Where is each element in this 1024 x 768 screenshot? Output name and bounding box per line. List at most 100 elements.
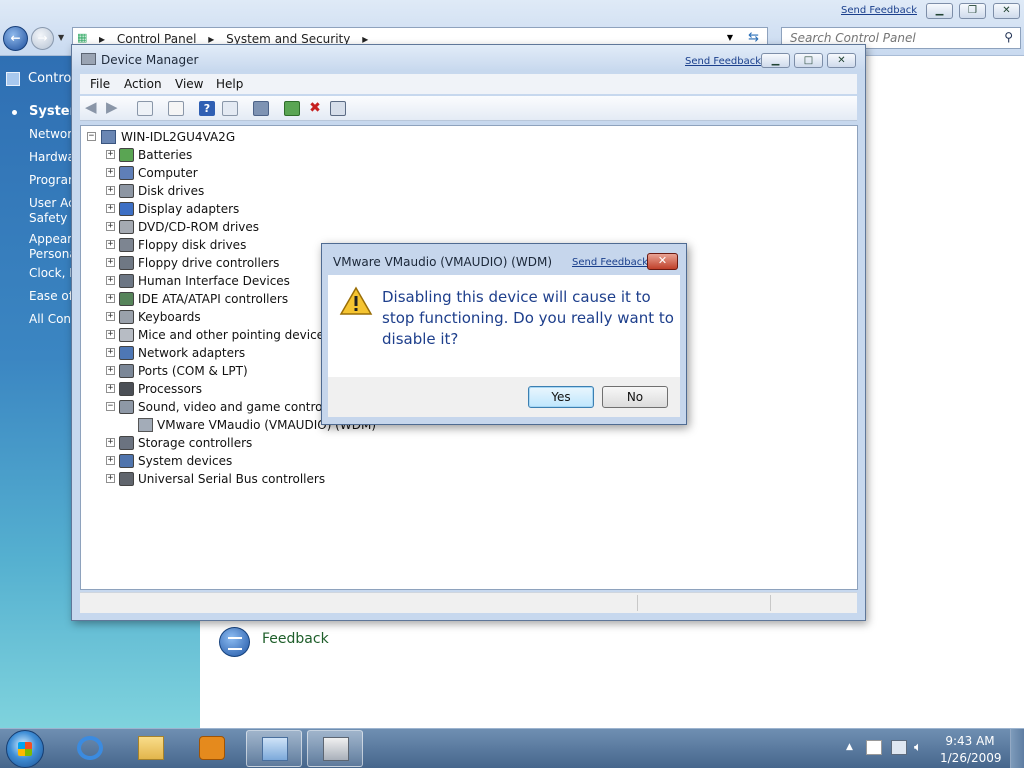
action-pane-icon[interactable] (222, 101, 238, 116)
show-hidden-icons-icon[interactable]: ▲ (846, 742, 853, 752)
taskbar-control-panel[interactable] (246, 730, 302, 767)
expand-icon[interactable]: + (106, 276, 115, 285)
no-button[interactable]: No (602, 386, 668, 408)
tree-category-label: Floppy disk drives (138, 238, 247, 252)
expand-icon[interactable]: + (106, 474, 115, 483)
tree-category-label: Mice and other pointing devices (138, 328, 331, 342)
properties-icon[interactable] (168, 101, 184, 116)
device-manager-titlebar[interactable]: Device Manager Send Feedback ▁ □ ✕ (72, 45, 865, 71)
expand-icon[interactable]: + (106, 312, 115, 321)
sidebar-item-all-control-panel[interactable]: All Cont (29, 312, 76, 327)
help-icon[interactable]: ? (199, 101, 215, 116)
scan-hardware-icon[interactable] (253, 101, 269, 116)
cp-send-feedback-link[interactable]: Send Feedback (841, 5, 917, 16)
dialog-body: Disabling this device will cause it to s… (328, 275, 680, 377)
media-player-icon (199, 736, 225, 760)
dialog-send-feedback-link[interactable]: Send Feedback (572, 257, 648, 268)
tree-category-label: Human Interface Devices (138, 274, 290, 288)
device-manager-icon (323, 737, 349, 761)
tree-category-label: Batteries (138, 148, 193, 162)
menu-file[interactable]: File (90, 77, 110, 91)
device-manager-icon (81, 53, 96, 65)
action-center-icon[interactable] (866, 740, 882, 755)
clock-date[interactable]: 1/26/2009 (940, 751, 1002, 765)
update-driver-icon[interactable] (284, 101, 300, 116)
uninstall-icon[interactable]: ✖ (307, 101, 323, 116)
dialog-footer: Yes No (328, 377, 680, 417)
menu-view[interactable]: View (175, 77, 203, 91)
taskbar-internet-explorer[interactable] (62, 730, 118, 767)
sidebar-title[interactable]: Control (28, 71, 75, 86)
status-cell (770, 595, 771, 611)
hid-icon (119, 274, 134, 288)
network-icon[interactable] (891, 740, 907, 755)
restore-button[interactable]: ❐ (959, 3, 986, 19)
menu-action[interactable]: Action (124, 77, 162, 91)
tree-category-label: Computer (138, 166, 198, 180)
taskbar-explorer[interactable] (123, 730, 179, 767)
expand-icon[interactable]: + (106, 366, 115, 375)
maximize-button[interactable]: □ (794, 53, 823, 68)
show-hide-tree-icon[interactable] (137, 101, 153, 116)
mouse-icon (119, 328, 134, 342)
usb-icon (119, 472, 134, 486)
close-button[interactable]: ✕ (993, 3, 1020, 19)
sidebar-item-clock[interactable]: Clock, L (29, 266, 76, 281)
disk-drive-icon (119, 184, 134, 198)
taskbar-device-manager[interactable] (307, 730, 363, 767)
tree-category-label: Processors (138, 382, 203, 396)
menu-help[interactable]: Help (216, 77, 243, 91)
search-icon[interactable]: ⚲ (1004, 30, 1013, 44)
storage-controller-icon (119, 436, 134, 450)
expand-icon[interactable]: + (106, 384, 115, 393)
expand-icon[interactable]: + (106, 204, 115, 213)
recent-pages-dropdown[interactable]: ▼ (58, 33, 64, 42)
collapse-icon[interactable]: − (87, 132, 96, 141)
tree-category-label: Ports (COM & LPT) (138, 364, 248, 378)
feedback-link[interactable]: Feedback (262, 631, 329, 647)
disable-device-icon[interactable] (330, 101, 346, 116)
back-icon[interactable]: ◀ (85, 100, 101, 116)
tree-category-label: IDE ATA/ATAPI controllers (138, 292, 289, 306)
address-dropdown-icon[interactable]: ▼ (727, 33, 733, 42)
dm-send-feedback-link[interactable]: Send Feedback (685, 56, 761, 67)
sound-icon (119, 400, 134, 414)
expand-icon[interactable]: + (106, 456, 115, 465)
start-button[interactable] (6, 730, 44, 768)
expand-icon[interactable]: + (106, 258, 115, 267)
expand-icon[interactable]: + (106, 294, 115, 303)
forward-icon[interactable]: ▶ (106, 100, 122, 116)
expand-icon[interactable]: + (106, 438, 115, 447)
display-adapter-icon (119, 202, 134, 216)
volume-icon[interactable]: 🔈︎ (914, 740, 930, 755)
back-button[interactable]: ← (3, 26, 28, 51)
control-panel-home-icon (6, 72, 20, 86)
expand-icon[interactable]: + (106, 186, 115, 195)
show-desktop-button[interactable] (1010, 729, 1024, 768)
expand-icon[interactable]: + (106, 222, 115, 231)
tree-category-label: Universal Serial Bus controllers (138, 472, 326, 486)
sidebar-item-hardware[interactable]: Hardwa (29, 150, 75, 165)
expand-icon[interactable]: + (106, 348, 115, 357)
dialog-title: VMware VMaudio (VMAUDIO) (WDM) (333, 255, 553, 269)
close-button[interactable]: ✕ (827, 53, 856, 68)
dialog-close-button[interactable]: ✕ (647, 253, 678, 270)
control-panel-icon (262, 737, 288, 761)
minimize-button[interactable]: ▁ (761, 53, 790, 68)
tree-category-label: Sound, video and game controllers (138, 400, 348, 414)
taskbar-media-player[interactable] (184, 730, 240, 767)
tree-category-label: Disk drives (138, 184, 205, 198)
expand-icon[interactable]: + (106, 330, 115, 339)
minimize-button[interactable]: ▁ (926, 3, 953, 19)
toolbar: ◀ ▶ ? ✖ (80, 96, 857, 121)
expand-icon[interactable]: + (106, 168, 115, 177)
collapse-icon[interactable]: − (106, 402, 115, 411)
refresh-icon[interactable]: ⇆ (748, 30, 759, 45)
expand-icon[interactable]: + (106, 240, 115, 249)
yes-button[interactable]: Yes (528, 386, 594, 408)
clock-time[interactable]: 9:43 AM (940, 734, 1000, 748)
feedback-icon[interactable] (219, 627, 250, 657)
forward-button[interactable]: → (31, 27, 54, 50)
expand-icon[interactable]: + (106, 150, 115, 159)
current-item-bullet (12, 110, 17, 115)
